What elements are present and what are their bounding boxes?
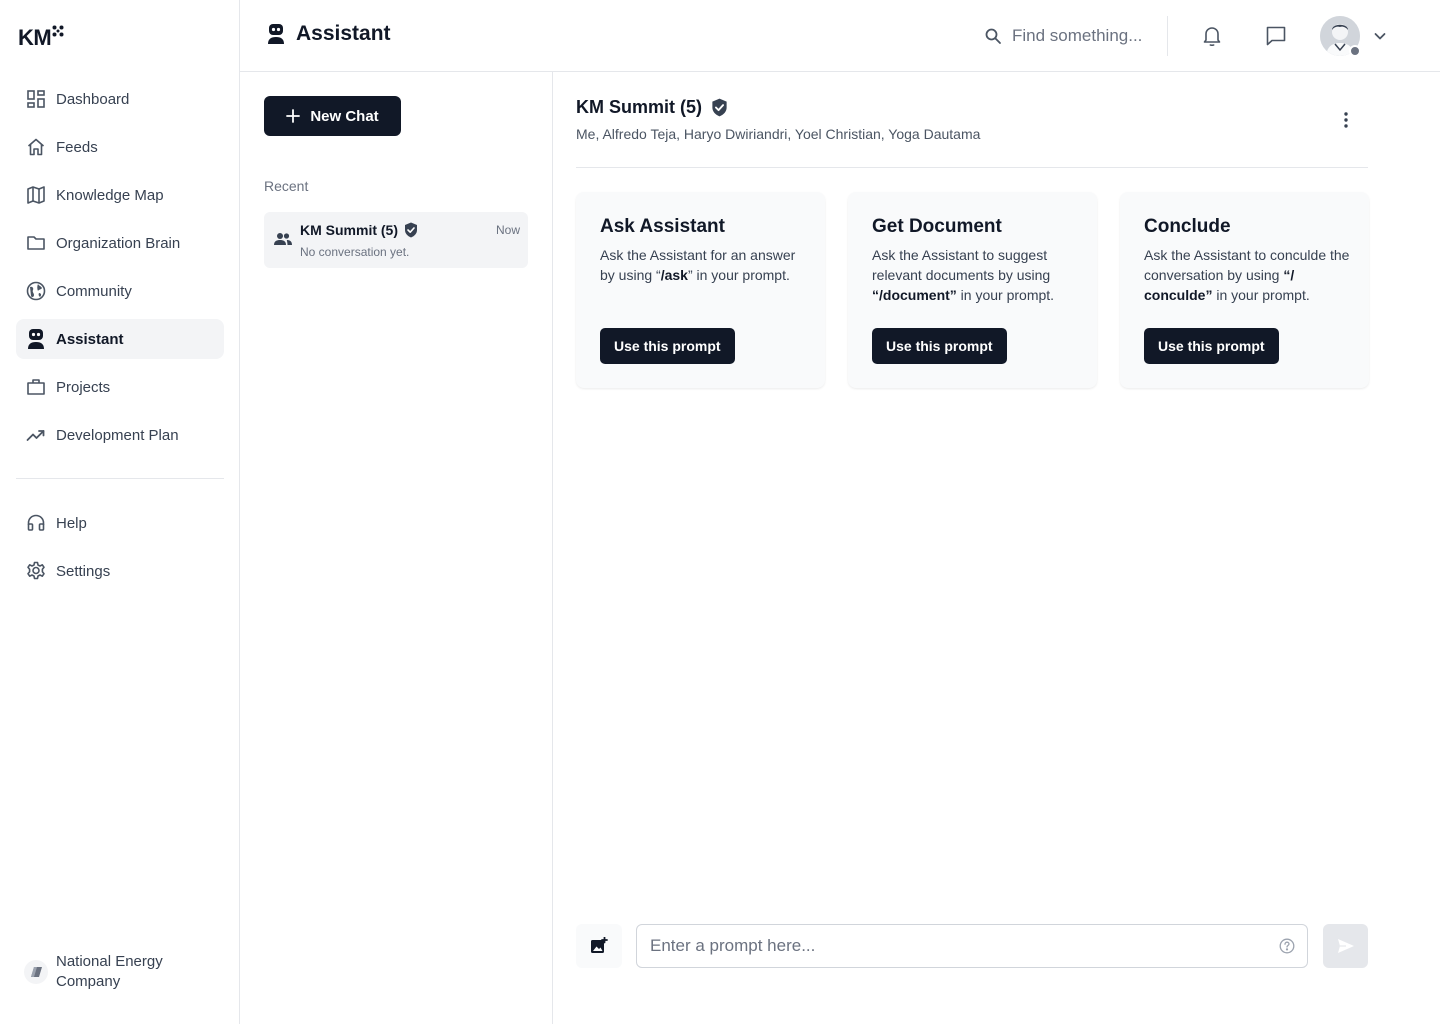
sidebar-item-label: Feeds — [56, 138, 98, 156]
sidebar-item-label: Projects — [56, 378, 111, 396]
conversation-title: KM Summit (5) — [576, 97, 728, 118]
prompt-card-title: Ask Assistant — [600, 216, 725, 237]
send-button[interactable] — [1323, 924, 1368, 968]
gear-icon — [26, 561, 46, 581]
group-icon — [274, 232, 292, 248]
prompt-card-title: Conclude — [1144, 216, 1231, 237]
chevron-down-icon — [1374, 33, 1386, 40]
organization-name: National Energy Company — [56, 953, 163, 990]
secondary-nav: Help Settings — [16, 503, 224, 599]
bell-icon — [1203, 27, 1221, 47]
use-prompt-button[interactable]: Use this prompt — [1144, 328, 1279, 364]
notifications-button[interactable] — [1200, 24, 1224, 48]
prompt-card-document: Get Document Ask the Assistant to sugges… — [848, 192, 1097, 388]
help-circle-icon[interactable] — [1279, 938, 1295, 954]
home-icon — [26, 137, 46, 157]
brand-logo[interactable]: KM — [18, 24, 64, 52]
sidebar-item-community[interactable]: Community — [16, 271, 224, 311]
sidebar-item-development-plan[interactable]: Development Plan — [16, 415, 224, 455]
chat-preview: No conversation yet. — [300, 245, 410, 259]
prompt-card-conclude: Conclude Ask the Assistant to conculde t… — [1120, 192, 1369, 388]
sidebar-item-assistant[interactable]: Assistant — [16, 319, 224, 359]
prompt-field[interactable] — [636, 924, 1308, 968]
trending-up-icon — [26, 425, 46, 445]
conversation-menu-button[interactable] — [1336, 108, 1356, 132]
more-vertical-icon — [1344, 112, 1348, 128]
page-title: Assistant — [266, 22, 391, 46]
chat-timestamp: Now — [495, 223, 520, 237]
verified-badge-icon — [711, 98, 728, 117]
briefcase-icon — [26, 377, 46, 397]
logo-text: KM — [18, 25, 52, 50]
recent-section-label: Recent — [264, 178, 309, 194]
logo-mark-icon — [52, 25, 64, 37]
sidebar-item-label: Development Plan — [56, 426, 179, 444]
sidebar-item-settings[interactable]: Settings — [16, 551, 224, 591]
add-photo-icon — [591, 937, 608, 953]
map-icon — [26, 185, 46, 205]
sidebar-item-label: Community — [56, 282, 132, 300]
sidebar-item-label: Knowledge Map — [56, 186, 164, 204]
new-chat-button[interactable]: New Chat — [264, 96, 401, 136]
top-header: Assistant Find something... — [240, 0, 1440, 72]
conversation-panel: KM Summit (5) Me, Alfredo Teja, Haryo Dw… — [553, 72, 1440, 1024]
new-chat-label: New Chat — [310, 107, 379, 125]
sidebar-item-help[interactable]: Help — [16, 503, 224, 543]
send-icon — [1337, 939, 1354, 953]
sidebar-item-label: Help — [56, 514, 87, 532]
robot-icon — [26, 329, 46, 349]
robot-icon — [266, 22, 286, 46]
organization-switcher[interactable]: National Energy Company — [24, 952, 186, 992]
attach-image-button[interactable] — [576, 924, 622, 968]
sidebar-item-projects[interactable]: Projects — [16, 367, 224, 407]
prompt-card-title: Get Document — [872, 216, 1002, 237]
use-prompt-button[interactable]: Use this prompt — [872, 328, 1007, 364]
prompt-card-ask: Ask Assistant Ask the Assistant for an a… — [576, 192, 825, 388]
folder-icon — [26, 233, 46, 253]
global-search[interactable]: Find something... — [984, 24, 1142, 48]
page-title-text: Assistant — [296, 22, 391, 45]
chat-bubble-icon — [1266, 26, 1286, 46]
chat-list-item[interactable]: KM Summit (5) Now No conversation yet. — [264, 212, 528, 268]
organization-logo-icon — [24, 960, 48, 984]
conversation-members: Me, Alfredo Teja, Haryo Dwiriandri, Yoel… — [576, 126, 981, 142]
chat-name: KM Summit (5) — [300, 222, 418, 238]
sidebar-item-organization-brain[interactable]: Organization Brain — [16, 223, 224, 263]
headset-icon — [26, 513, 46, 533]
sidebar-item-dashboard[interactable]: Dashboard — [16, 79, 224, 119]
plus-icon — [286, 109, 301, 123]
search-placeholder: Find something... — [1012, 26, 1143, 45]
prompt-command: /ask — [660, 267, 688, 283]
sidebar: KM Dashboard Feeds Knowledge Map Organiz… — [0, 0, 240, 1024]
prompt-command: “/document” — [872, 287, 957, 303]
sidebar-item-label: Settings — [56, 562, 111, 580]
messages-button[interactable] — [1264, 24, 1288, 48]
presence-status-dot — [1349, 45, 1361, 57]
sidebar-item-label: Organization Brain — [56, 234, 181, 252]
conversation-title-text: KM Summit (5) — [576, 97, 702, 117]
header-divider — [1167, 16, 1168, 56]
dashboard-icon — [26, 89, 46, 109]
search-icon — [984, 27, 1002, 45]
chat-list-panel: New Chat Recent KM Summit (5) Now No con… — [240, 72, 553, 1024]
globe-icon — [26, 281, 46, 301]
nav-divider — [16, 478, 224, 479]
sidebar-item-feeds[interactable]: Feeds — [16, 127, 224, 167]
sidebar-item-label: Assistant — [56, 330, 124, 348]
conversation-divider — [576, 167, 1368, 168]
prompt-input[interactable] — [650, 925, 1270, 967]
account-menu-toggle[interactable] — [1370, 26, 1390, 46]
main-nav: Dashboard Feeds Knowledge Map Organizati… — [16, 79, 224, 463]
sidebar-item-knowledge-map[interactable]: Knowledge Map — [16, 175, 224, 215]
prompt-card-description: Ask the Assistant to conculde the conver… — [1144, 247, 1350, 303]
chat-name-text: KM Summit (5) — [300, 222, 398, 238]
prompt-card-description: Ask the Assistant for an answer by using… — [600, 247, 796, 283]
prompt-card-description: Ask the Assistant to suggest relevant do… — [872, 247, 1055, 303]
use-prompt-button[interactable]: Use this prompt — [600, 328, 735, 364]
verified-badge-icon — [404, 222, 418, 238]
sidebar-item-label: Dashboard — [56, 90, 130, 108]
